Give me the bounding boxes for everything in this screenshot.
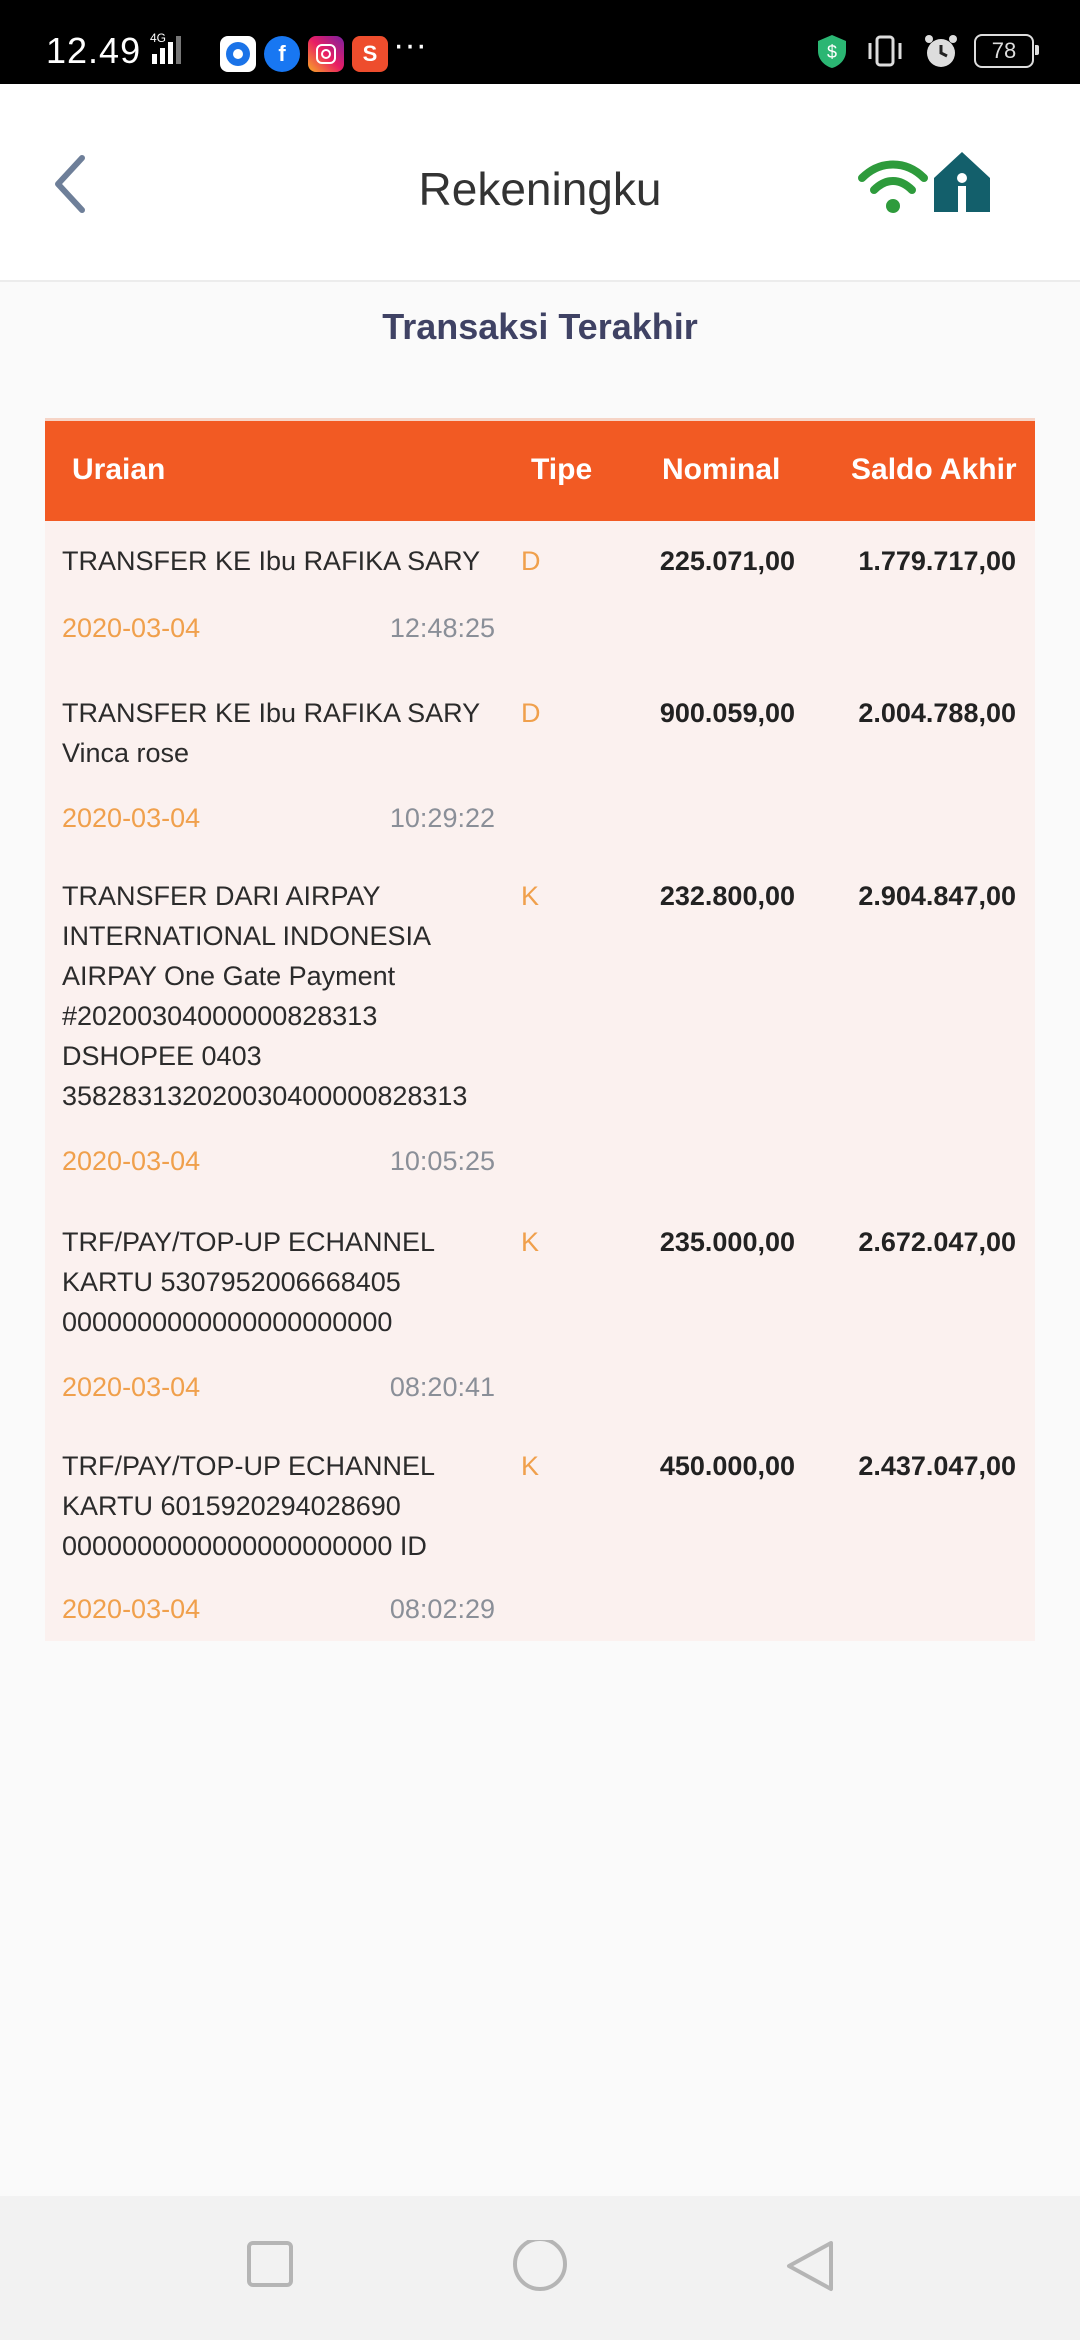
facebook-app-icon: f — [264, 36, 300, 72]
back-nav-button[interactable] — [785, 2240, 835, 2301]
row-amount: 450.000,00 — [659, 1451, 795, 1481]
table-row: TRF/PAY/TOP-UP ECHANNEL KARTU 5307952006… — [45, 1202, 1035, 1426]
row-type: K — [521, 1451, 540, 1481]
row-balance: 2.004.788,00 — [858, 698, 1016, 728]
row-date: 2020-03-04 — [62, 1372, 201, 1402]
row-time: 08:20:41 — [389, 1372, 495, 1402]
status-right-group: $ 78 — [816, 32, 1039, 70]
wifi-icon — [858, 160, 928, 213]
triangle-back-icon — [787, 2241, 833, 2291]
row-date: 2020-03-04 — [62, 803, 201, 833]
row-description: TRANSFER KE Ibu RAFIKA SARY Vinca rose — [62, 698, 481, 768]
row-time: 08:02:29 — [389, 1594, 495, 1624]
row-time: 12:48:25 — [389, 613, 495, 643]
recent-apps-button[interactable] — [246, 2240, 294, 2293]
home-icon[interactable] — [932, 150, 992, 214]
row-amount: 900.059,00 — [659, 698, 795, 728]
app-header: Rekeningku — [0, 84, 1080, 282]
more-notifications-icon: ··· — [393, 26, 427, 64]
row-type: K — [521, 1227, 540, 1257]
section-title: Transaksi Terakhir — [382, 306, 698, 347]
row-date: 2020-03-04 — [62, 1146, 201, 1176]
table-row: TRF/PAY/TOP-UP ECHANNEL KARTU 6015920294… — [45, 1426, 1035, 1641]
vibrate-icon — [868, 35, 902, 67]
row-amount: 235.000,00 — [659, 1227, 795, 1257]
shopee-app-icon: S — [352, 36, 388, 72]
table-row: TRANSFER KE Ibu RAFIKA SARY D 225.071,00… — [45, 521, 1035, 673]
row-description: TRF/PAY/TOP-UP ECHANNEL KARTU 5307952006… — [62, 1227, 436, 1337]
notification-app-icons: f S — [220, 36, 388, 72]
row-balance: 2.437.047,00 — [858, 1451, 1016, 1481]
row-amount: 225.071,00 — [659, 546, 795, 576]
row-amount: 232.800,00 — [659, 881, 795, 911]
row-balance: 1.779.717,00 — [858, 546, 1016, 576]
square-icon — [247, 2241, 293, 2287]
table-header: Uraian Tipe Nominal Saldo Akhir — [45, 418, 1035, 521]
network-type-label: 4G — [150, 31, 166, 45]
header-icons[interactable] — [858, 150, 992, 214]
shield-dollar-icon: $ — [818, 35, 846, 68]
instagram-app-icon — [308, 36, 344, 72]
circle-icon — [513, 2237, 567, 2291]
column-header-nominal: Nominal — [662, 453, 781, 486]
table-row: TRANSFER DARI AIRPAY INTERNATIONAL INDON… — [45, 856, 1035, 1202]
system-navigation-bar — [0, 2196, 1080, 2340]
row-description: TRANSFER DARI AIRPAY INTERNATIONAL INDON… — [62, 881, 468, 1111]
transactions-table: Uraian Tipe Nominal Saldo Akhir TRANSFER… — [45, 418, 1035, 1641]
row-type: D — [521, 698, 541, 728]
status-time: 12.49 — [46, 30, 142, 71]
battery-indicator: 78 — [974, 34, 1039, 68]
row-time: 10:05:25 — [389, 1146, 495, 1176]
row-date: 2020-03-04 — [62, 1594, 201, 1624]
alarm-icon — [925, 35, 957, 67]
row-type: D — [521, 546, 541, 576]
row-balance: 2.904.847,00 — [858, 881, 1016, 911]
home-nav-button[interactable] — [512, 2237, 568, 2301]
row-description: TRF/PAY/TOP-UP ECHANNEL KARTU 6015920294… — [62, 1451, 436, 1561]
column-header-saldo: Saldo Akhir — [851, 453, 1017, 486]
row-balance: 2.672.047,00 — [858, 1227, 1016, 1257]
table-row: TRANSFER KE Ibu RAFIKA SARY Vinca rose D… — [45, 673, 1035, 856]
row-date: 2020-03-04 — [62, 613, 201, 643]
status-bar: 12.49 4G f S ··· $ 78 — [0, 0, 1080, 84]
column-header-uraian: Uraian — [72, 453, 166, 486]
browser-app-icon — [220, 36, 256, 72]
svg-text:$: $ — [827, 42, 837, 62]
signal-icon: 4G — [150, 30, 210, 71]
row-time: 10:29:22 — [389, 803, 495, 833]
column-header-tipe: Tipe — [531, 453, 593, 486]
row-description: TRANSFER KE Ibu RAFIKA SARY — [62, 546, 481, 576]
row-type: K — [521, 881, 540, 911]
